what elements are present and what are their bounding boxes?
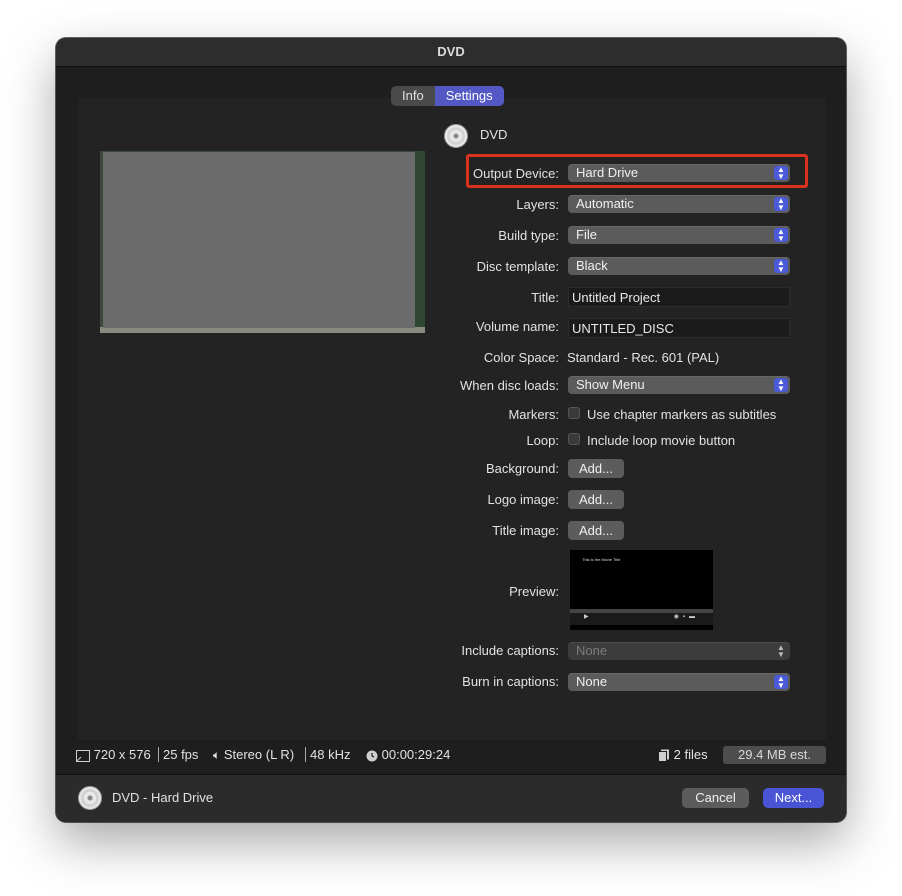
sample-rate-value: 48 kHz [310,747,351,762]
speaker-icon: 🔈︎ [213,748,221,762]
files-icon [658,749,669,763]
preview-control-icons: ◉▪▬ [673,614,699,620]
popup-arrows-icon: ▲ ▼ [777,643,785,659]
popup-arrows-icon: ▲ ▼ [774,675,788,690]
burn-in-captions-label: Burn in captions: [462,674,559,689]
when-disc-loads-label: When disc loads: [460,378,559,393]
build-type-value: File [576,227,597,242]
title-image-label: Title image: [492,523,559,538]
include-captions-value: None [576,643,608,658]
color-space-label: Color Space: [483,350,559,365]
popup-arrows-icon: ▲ ▼ [774,228,788,243]
markers-checkbox-label[interactable]: Use chapter markers as subtitles [587,407,776,422]
menu-preview: This is the Movie Title ▶ ◉▪▬ [570,550,713,630]
when-disc-loads-popup[interactable]: Show Menu ▲ ▼ [568,376,790,394]
duration-value: 00:00:29:24 [381,747,451,762]
files-value: 2 files [673,747,708,762]
title-label: Title: [531,290,559,305]
frame-size-icon [76,749,90,762]
dvd-share-window: DVD Info Settings DVD Output Device: Har… [56,38,846,822]
status-divider [305,747,306,762]
clock-icon [366,750,378,762]
status-audio: 🔈︎ Stereo (L R) [213,747,294,763]
color-space-value: Standard - Rec. 601 (PAL) [567,350,720,365]
footer-destination: DVD - Hard Drive [112,790,214,805]
logo-image-add-button[interactable]: Add... [568,490,624,509]
tab-settings[interactable]: Settings [434,86,504,106]
volume-name-field[interactable]: UNTITLED_DISC [568,318,790,338]
layers-value: Automatic [576,196,634,211]
destination-title: DVD [480,127,508,142]
popup-arrows-icon: ▲ ▼ [774,259,788,274]
include-captions-popup[interactable]: None ▲ ▼ [568,642,790,660]
cancel-button[interactable]: Cancel [682,788,749,808]
status-files: 2 files [658,747,708,763]
disc-template-value: Black [576,258,608,273]
build-type-popup[interactable]: File ▲ ▼ [568,226,790,244]
volume-name-label: Volume name: [475,319,559,334]
background-add-button[interactable]: Add... [568,459,624,478]
status-duration: 00:00:29:24 [366,747,450,762]
layers-label: Layers: [516,197,559,212]
include-captions-label: Include captions: [461,643,559,658]
title-image-add-button[interactable]: Add... [568,521,624,540]
popup-arrows-icon: ▲ ▼ [774,197,788,212]
play-icon: ▶ [584,614,589,620]
title-field[interactable]: Untitled Project [568,287,790,307]
burn-in-captions-popup[interactable]: None ▲ ▼ [568,673,790,691]
annotation-highlight-box [466,154,808,188]
dvd-disc-icon [444,124,468,148]
tab-info[interactable]: Info [391,86,435,106]
loop-label: Loop: [526,433,559,448]
size-estimate-badge: 29.4 MB est. [723,746,826,764]
popup-arrows-icon: ▲ ▼ [774,378,788,393]
status-resolution: 720 x 576 [76,747,151,762]
layers-popup[interactable]: Automatic ▲ ▼ [568,195,790,213]
disc-template-popup[interactable]: Black ▲ ▼ [568,257,790,275]
preview-label: Preview: [509,584,559,599]
preview-movie-title: This is the Movie Title [582,557,621,562]
markers-checkbox[interactable] [568,407,580,419]
loop-checkbox-label[interactable]: Include loop movie button [587,433,735,448]
redacted-area [103,152,415,328]
fps-value: 25 fps [163,747,199,762]
burn-in-captions-value: None [576,674,608,689]
when-disc-loads-value: Show Menu [576,377,645,392]
resolution-value: 720 x 576 [93,747,151,762]
build-type-label: Build type: [498,228,559,243]
window-title: DVD [56,38,846,67]
disc-template-label: Disc template: [476,259,559,274]
audio-value: Stereo (L R) [223,747,295,762]
dvd-disc-icon [78,786,102,810]
next-button[interactable]: Next... [763,788,824,808]
loop-checkbox[interactable] [568,433,580,445]
background-label: Background: [486,461,559,476]
logo-image-label: Logo image: [487,492,559,507]
video-thumbnail [100,151,425,333]
markers-label: Markers: [508,407,559,422]
status-divider [158,747,159,762]
tab-control: Info Settings [391,86,504,106]
